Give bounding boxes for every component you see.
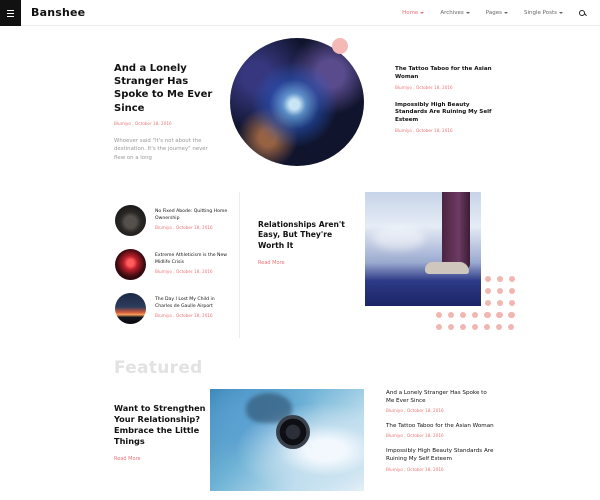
camera-lens xyxy=(276,415,310,449)
chevron-down-icon xyxy=(559,12,563,14)
featured-title[interactable]: Want to Strengthen Your Relationship? Em… xyxy=(114,403,209,447)
dot xyxy=(508,312,514,318)
side-post-title[interactable]: The Tattoo Taboo for the Asian Woman xyxy=(395,66,500,82)
dot xyxy=(509,300,515,306)
dot xyxy=(485,288,491,294)
hero-image[interactable] xyxy=(230,38,364,166)
side-post-meta: Blumiyo , October 18, 2016 xyxy=(395,128,453,134)
chevron-down-icon xyxy=(420,12,425,14)
list-item: Extreme Athleticism is the New Midlife C… xyxy=(115,249,227,293)
list-item: No Fixed Abode: Quitting Home Ownership … xyxy=(115,205,227,249)
divider xyxy=(239,192,240,338)
read-more-link[interactable]: Read More xyxy=(258,260,358,266)
nav-item-pages[interactable]: Pages xyxy=(486,10,508,16)
dot xyxy=(448,312,454,318)
read-more-link[interactable]: Read More xyxy=(114,456,209,462)
list-item: And a Lonely Stranger Has Spoke to Me Ev… xyxy=(386,389,496,413)
dot xyxy=(509,276,515,282)
dot xyxy=(485,300,491,306)
nav-label: Home xyxy=(402,10,419,16)
image-glare xyxy=(373,226,425,250)
dot xyxy=(485,276,491,282)
side-post-meta: Blumiyo , October 18, 2016 xyxy=(395,84,453,90)
list-item: The Day I Lost My Child in Charles de Ga… xyxy=(115,293,225,337)
mini-post-meta: Blumiyo , October 18, 2016 xyxy=(155,269,213,275)
dot xyxy=(497,288,503,294)
hero-meta: Blumiyo , October 18, 2016 xyxy=(114,120,172,126)
dot xyxy=(460,324,466,330)
featured-side-posts: And a Lonely Stranger Has Spoke to Me Ev… xyxy=(386,389,496,481)
side-post: The Tattoo Taboo for the Asian Woman Blu… xyxy=(395,66,500,90)
featured-side-meta: Blumiyo , October 18, 2016 xyxy=(386,433,444,439)
side-post: Impossibly High Beauty Standards Are Rui… xyxy=(395,102,500,133)
dot xyxy=(497,300,503,306)
nav-label: Pages xyxy=(485,10,502,16)
nav-item-archives[interactable]: Archives xyxy=(440,10,470,16)
mini-post-meta: Blumiyo , October 18, 2016 xyxy=(155,313,213,319)
featured-side-meta: Blumiyo , October 18, 2016 xyxy=(386,466,444,472)
dot xyxy=(508,324,514,330)
dot xyxy=(436,324,442,330)
featured-side-meta: Blumiyo , October 18, 2016 xyxy=(386,408,444,414)
featured-heading: Featured xyxy=(114,358,203,378)
dot xyxy=(448,324,454,330)
mini-post-title[interactable]: Extreme Athleticism is the New Midlife C… xyxy=(155,253,230,266)
menu-icon[interactable] xyxy=(0,0,21,26)
hero-side-posts: The Tattoo Taboo for the Asian Woman Blu… xyxy=(395,66,500,145)
list-item: The Tattoo Taboo for the Asian Woman Blu… xyxy=(386,422,496,438)
hero-post: And a Lonely Stranger Has Spoke to Me Ev… xyxy=(114,62,219,163)
chevron-down-icon xyxy=(465,12,470,14)
nav-item-single-posts[interactable]: Single Posts xyxy=(524,10,563,16)
hero-excerpt: Whoever said "It's not about the destina… xyxy=(114,137,208,162)
dot xyxy=(509,288,515,294)
mini-post-title[interactable]: The Day I Lost My Child in Charles de Ga… xyxy=(155,297,230,310)
featured-image[interactable] xyxy=(210,389,364,491)
dot xyxy=(472,324,478,330)
featured-side-title[interactable]: Impossibly High Beauty Standards Are Rui… xyxy=(386,447,496,463)
mini-post-list: No Fixed Abode: Quitting Home Ownership … xyxy=(115,205,227,337)
list-item: Impossibly High Beauty Standards Are Rui… xyxy=(386,447,496,471)
mini-post-title[interactable]: No Fixed Abode: Quitting Home Ownership xyxy=(155,209,230,222)
dot xyxy=(484,324,490,330)
feature-image[interactable] xyxy=(365,192,481,306)
feature-post: Relationships Aren't Easy, But They're W… xyxy=(258,220,358,266)
mini-post-meta: Blumiyo , October 18, 2016 xyxy=(155,225,213,231)
post-thumbnail[interactable] xyxy=(115,249,146,280)
dot xyxy=(436,312,442,318)
decorative-dots xyxy=(436,312,514,330)
dot xyxy=(496,324,502,330)
hero-title[interactable]: And a Lonely Stranger Has Spoke to Me Ev… xyxy=(114,62,219,115)
post-thumbnail[interactable] xyxy=(115,293,146,324)
image-shoe xyxy=(425,262,469,274)
dot xyxy=(472,312,478,318)
decorative-circle xyxy=(332,38,348,54)
dot xyxy=(484,312,490,318)
dot xyxy=(497,276,503,282)
site-logo[interactable]: Banshee xyxy=(31,6,85,19)
dot xyxy=(460,312,466,318)
featured-main-post: Want to Strengthen Your Relationship? Em… xyxy=(114,403,209,462)
image-leg xyxy=(442,192,470,270)
nav-label: Archives xyxy=(440,10,464,16)
main-nav: Home Archives Pages Single Posts xyxy=(402,0,600,26)
search-icon[interactable] xyxy=(579,9,586,17)
side-post-title[interactable]: Impossibly High Beauty Standards Are Rui… xyxy=(395,102,500,125)
nav-label: Single Posts xyxy=(523,10,557,16)
featured-side-title[interactable]: And a Lonely Stranger Has Spoke to Me Ev… xyxy=(386,389,496,405)
feature-title[interactable]: Relationships Aren't Easy, But They're W… xyxy=(258,220,358,251)
featured-side-title[interactable]: The Tattoo Taboo for the Asian Woman xyxy=(386,422,496,430)
site-header: Banshee Home Archives Pages Single Posts xyxy=(0,0,600,26)
chevron-down-icon xyxy=(503,12,508,14)
dot xyxy=(496,312,502,318)
post-thumbnail[interactable] xyxy=(115,205,146,236)
nav-item-home[interactable]: Home xyxy=(402,10,425,16)
